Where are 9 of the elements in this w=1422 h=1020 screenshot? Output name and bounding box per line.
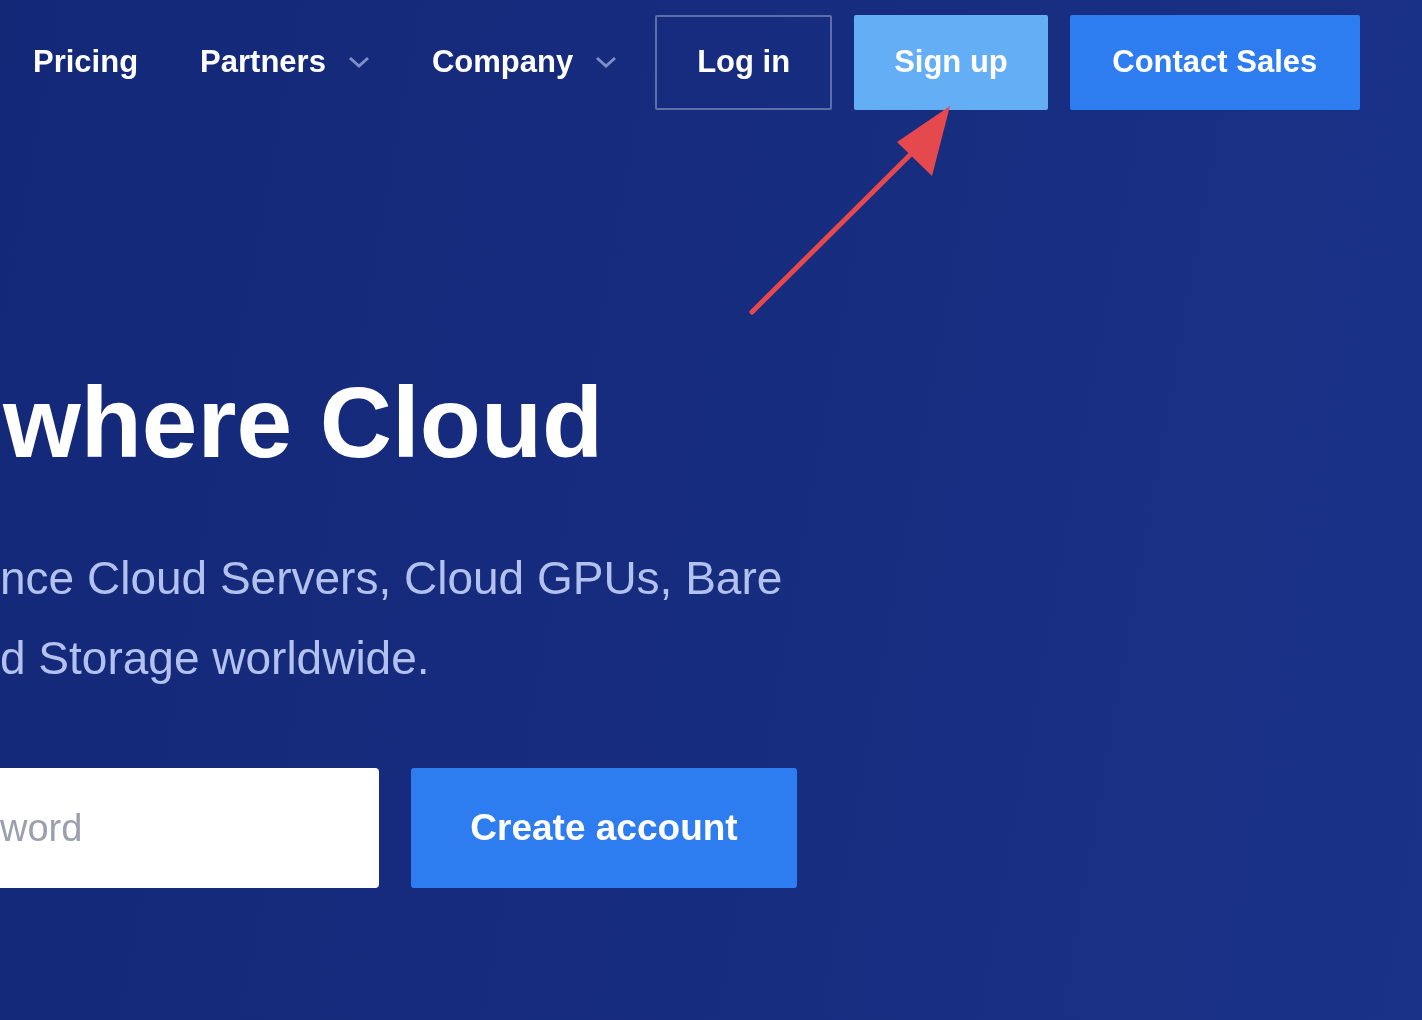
nav-link[interactable]: Partners: [200, 44, 370, 80]
nav-link[interactable]: Company: [431, 44, 618, 80]
contact-sales-button[interactable]: Contact Sales: [1069, 14, 1360, 110]
password-field[interactable]: word: [0, 768, 379, 888]
hero-subtitle: nce Cloud Servers, Cloud GPUs, Bare d Storage worldwide.: [0, 551, 784, 686]
login-button[interactable]: Log in: [655, 14, 833, 110]
hero-headline: where Cloud: [1, 365, 605, 480]
nav-link[interactable]: Pricing: [33, 44, 139, 80]
create-account-button[interactable]: Create account: [411, 768, 797, 888]
